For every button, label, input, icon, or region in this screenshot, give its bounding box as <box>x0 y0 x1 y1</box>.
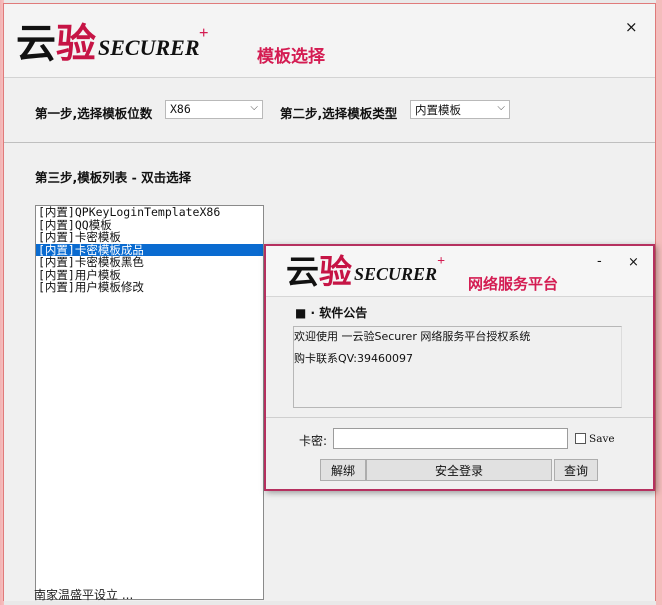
login-dialog: 云验 SECURER + 网络服务平台 - × ■ · 软件公告 欢迎使用 一云验… <box>264 244 655 491</box>
window-title: 模板选择 <box>257 47 325 67</box>
notice-title: ■ · 软件公告 <box>295 306 368 320</box>
brand-logo: 云验 SECURER + <box>16 20 209 67</box>
divider <box>266 417 653 418</box>
dialog-brand-logo: 云验 SECURER + <box>286 252 446 291</box>
list-item[interactable]: [内置]QPKeyLoginTemplateX86 <box>36 206 263 219</box>
secure-login-button[interactable]: 安全登录 <box>366 459 552 481</box>
logo-chinese: 云验 <box>16 20 96 67</box>
dialog-header: 云验 SECURER + 网络服务平台 - × <box>266 246 653 297</box>
dialog-logo-plus: + <box>437 254 446 269</box>
card-key-input[interactable] <box>333 428 568 449</box>
template-list[interactable]: [内置]QPKeyLoginTemplateX86 [内置]QQ模板 [内置]卡… <box>35 205 264 600</box>
window-header: 云验 SECURER + 模板选择 × <box>4 4 655 78</box>
dialog-title: 网络服务平台 <box>468 275 559 293</box>
background-text: 南家温盛平设立 ... <box>34 588 134 602</box>
minimize-icon[interactable]: - <box>597 254 602 269</box>
logo-plus: + <box>198 23 209 42</box>
bitness-select-value: X86 <box>170 102 191 116</box>
query-button[interactable]: 查询 <box>554 459 598 481</box>
save-label: Save <box>589 433 615 445</box>
step3-label: 第三步,模板列表 - 双击选择 <box>35 170 192 185</box>
list-item[interactable]: [内置]用户模板修改 <box>36 281 263 294</box>
template-type-select-value: 内置模板 <box>415 103 461 117</box>
dialog-logo-english: SECURER + <box>354 254 446 284</box>
template-type-select[interactable]: 内置模板 ⌵ <box>410 100 510 119</box>
step2-label: 第二步,选择模板类型 <box>280 106 398 121</box>
list-item[interactable]: [内置]卡密模板黑色 <box>36 256 263 269</box>
chevron-down-icon: ⌵ <box>250 102 258 113</box>
save-checkbox[interactable] <box>575 433 586 444</box>
close-icon[interactable]: × <box>625 18 638 36</box>
bitness-select[interactable]: X86 ⌵ <box>165 100 263 119</box>
unbind-button[interactable]: 解绑 <box>320 459 366 481</box>
chevron-down-icon: ⌵ <box>497 102 505 113</box>
logo-english: SECURER + <box>98 23 209 60</box>
notice-line-contact: 购卡联系QV:39460097 <box>294 352 413 365</box>
card-key-label: 卡密: <box>299 434 328 448</box>
close-icon[interactable]: × <box>628 255 639 270</box>
notice-line-welcome: 欢迎使用 一云验Securer 网络服务平台授权系统 <box>294 330 531 343</box>
step1-label: 第一步,选择模板位数 <box>35 106 153 121</box>
list-item[interactable]: [内置]卡密模板 <box>36 231 263 244</box>
dialog-logo-chinese: 云验 <box>286 252 352 291</box>
